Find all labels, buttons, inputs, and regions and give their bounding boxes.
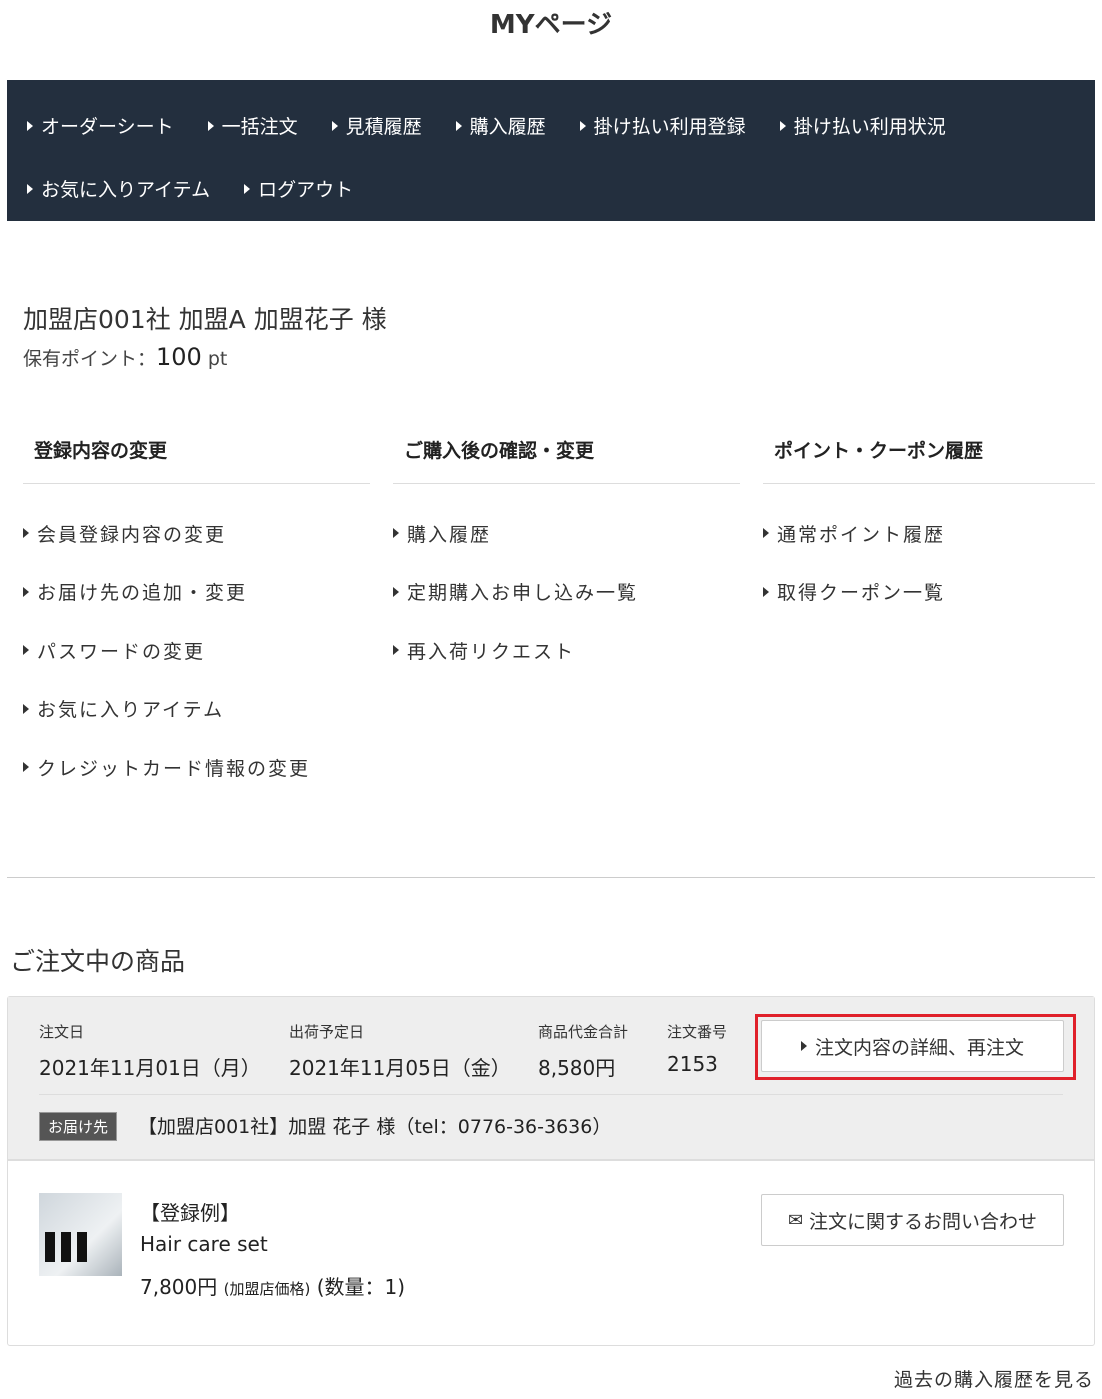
nav-item-label: 購入履歴	[469, 116, 546, 138]
triangle-icon	[23, 762, 29, 773]
product-thumbnail[interactable]	[39, 1193, 122, 1276]
envelope-icon: ✉	[787, 1209, 804, 1231]
page-title: MYページ	[489, 10, 613, 40]
nav-item-label: お気に入りアイテム	[41, 179, 211, 201]
triangle-icon	[331, 120, 338, 131]
menu-link[interactable]: 購入履歴	[393, 504, 740, 563]
order-no: 2153	[667, 1052, 718, 1076]
triangle-icon	[23, 703, 29, 714]
order-date: 2021年11月01日（月）	[39, 1056, 261, 1080]
points-label: 保有ポイント：	[23, 348, 157, 370]
menu-link-label: パスワードの変更	[37, 640, 206, 663]
menu-column: ポイント・クーポン履歴通常ポイント履歴 取得クーポン一覧	[763, 420, 1095, 621]
menu-link-label: お届け先の追加・変更	[37, 582, 248, 605]
menu-link-label: 通常ポイント履歴	[777, 523, 946, 546]
product-tag: 【登録例】	[140, 1201, 240, 1225]
nav-item-label: 見積履歴	[345, 116, 422, 138]
nav-item[interactable]: オーダーシート	[27, 112, 174, 139]
menu-link-label: 定期購入お申し込み一覧	[407, 582, 639, 605]
nav-item-label: 一括注文	[221, 116, 298, 138]
price-note: (加盟店価格)	[223, 1280, 311, 1298]
nav-item-label: 掛け払い利用状況	[793, 116, 946, 138]
menu-link-label: 取得クーポン一覧	[777, 582, 946, 605]
order-detail-button[interactable]: 注文内容の詳細、再注文	[761, 1020, 1064, 1072]
inquiry-label: 注文に関するお問い合わせ	[809, 1210, 1038, 1233]
menu-link-label: 購入履歴	[407, 523, 492, 546]
product-price: 7,800円 (加盟店価格) (数量：1)	[140, 1271, 405, 1300]
triangle-icon	[763, 586, 769, 597]
total: 8,580円	[538, 1056, 616, 1080]
points-unit: pt	[201, 348, 228, 370]
menu-link[interactable]: 会員登録内容の変更	[23, 504, 370, 563]
divider	[39, 1094, 1063, 1095]
triangle-icon	[800, 1041, 807, 1051]
top-nav: オーダーシート 一括注文 見積履歴 購入履歴 掛け払い利用登録 掛け払い利用状況 お気に入…	[7, 80, 1095, 221]
user-name: 加盟店001社 加盟A 加盟花子 様	[23, 305, 387, 334]
triangle-icon	[23, 586, 29, 597]
nav-item-label: 掛け払い利用登録	[593, 116, 746, 138]
ship-to-badge: お届け先	[39, 1112, 118, 1141]
ship-to-address: 【加盟店001社】加盟 花子 様（tel：0776-36-3636）	[138, 1116, 612, 1138]
menu-link[interactable]: 通常ポイント履歴	[763, 504, 1095, 563]
menu-link[interactable]: お届け先の追加・変更	[23, 563, 370, 622]
price: 7,800円	[140, 1275, 218, 1299]
menu-link-label: 会員登録内容の変更	[37, 523, 227, 546]
triangle-icon	[393, 528, 399, 539]
triangle-icon	[207, 120, 214, 131]
column-title: 登録内容の変更	[23, 420, 370, 484]
menu-link[interactable]: パスワードの変更	[23, 621, 370, 680]
nav-item[interactable]: 見積履歴	[331, 112, 422, 139]
nav-item[interactable]: 掛け払い利用登録	[579, 112, 746, 139]
triangle-icon	[244, 183, 251, 194]
triangle-icon	[23, 528, 29, 539]
nav-item-label: ログアウト	[258, 179, 354, 201]
triangle-icon	[27, 183, 33, 194]
triangle-icon	[27, 120, 33, 131]
menu-column: 登録内容の変更会員登録内容の変更 お届け先の追加・変更 パスワードの変更 お気に入りア…	[23, 420, 370, 797]
total-label: 商品代金合計	[538, 1023, 629, 1041]
ship-date-label: 出荷予定日	[289, 1023, 365, 1041]
order-date-label: 注文日	[39, 1023, 85, 1041]
inquiry-button[interactable]: ✉ 注文に関するお問い合わせ	[761, 1194, 1064, 1246]
triangle-icon	[779, 120, 786, 131]
nav-item[interactable]: 購入履歴	[455, 112, 546, 139]
points-value: 100	[156, 343, 202, 371]
purchase-history-link[interactable]: 過去の購入履歴を見る	[894, 1365, 1094, 1392]
nav-item[interactable]: ログアウト	[244, 175, 353, 202]
quantity: (数量：1)	[316, 1275, 406, 1299]
points: 保有ポイント：100 pt	[23, 343, 227, 371]
triangle-icon	[393, 645, 399, 656]
order-card: 注文日 2021年11月01日（月） 出荷予定日 2021年11月05日（金） 商品…	[7, 996, 1095, 1346]
menu-link-label: お気に入りアイテム	[37, 699, 225, 722]
order-no-label: 注文番号	[667, 1023, 728, 1041]
nav-item[interactable]: お気に入りアイテム	[27, 175, 210, 202]
triangle-icon	[393, 586, 399, 597]
nav-item[interactable]: 掛け払い利用状況	[779, 112, 946, 139]
triangle-icon	[455, 120, 462, 131]
menu-link[interactable]: お気に入りアイテム	[23, 680, 370, 739]
triangle-icon	[763, 528, 769, 539]
menu-link[interactable]: 定期購入お申し込み一覧	[393, 563, 740, 622]
menu-link[interactable]: クレジットカード情報の変更	[23, 738, 370, 797]
triangle-icon	[579, 120, 586, 131]
menu-column: ご購入後の確認・変更購入履歴定期購入お申し込み一覧 再入荷リクエスト	[393, 420, 740, 680]
column-title: ご購入後の確認・変更	[393, 420, 740, 484]
nav-item[interactable]: 一括注文	[207, 112, 298, 139]
product-name[interactable]: Hair care set	[140, 1232, 268, 1256]
menu-link-label: クレジットカード情報の変更	[37, 757, 311, 780]
menu-link[interactable]: 再入荷リクエスト	[393, 621, 740, 680]
order-detail-label: 注文内容の詳細、再注文	[814, 1036, 1024, 1059]
menu-link-label: 再入荷リクエスト	[407, 640, 576, 663]
triangle-icon	[23, 645, 29, 656]
ship-date: 2021年11月05日（金）	[289, 1056, 511, 1080]
section-title: ご注文中の商品	[10, 947, 186, 976]
column-title: ポイント・クーポン履歴	[763, 420, 1095, 484]
nav-item-label: オーダーシート	[41, 116, 174, 138]
divider	[7, 877, 1095, 878]
menu-link[interactable]: 取得クーポン一覧	[763, 563, 1095, 622]
